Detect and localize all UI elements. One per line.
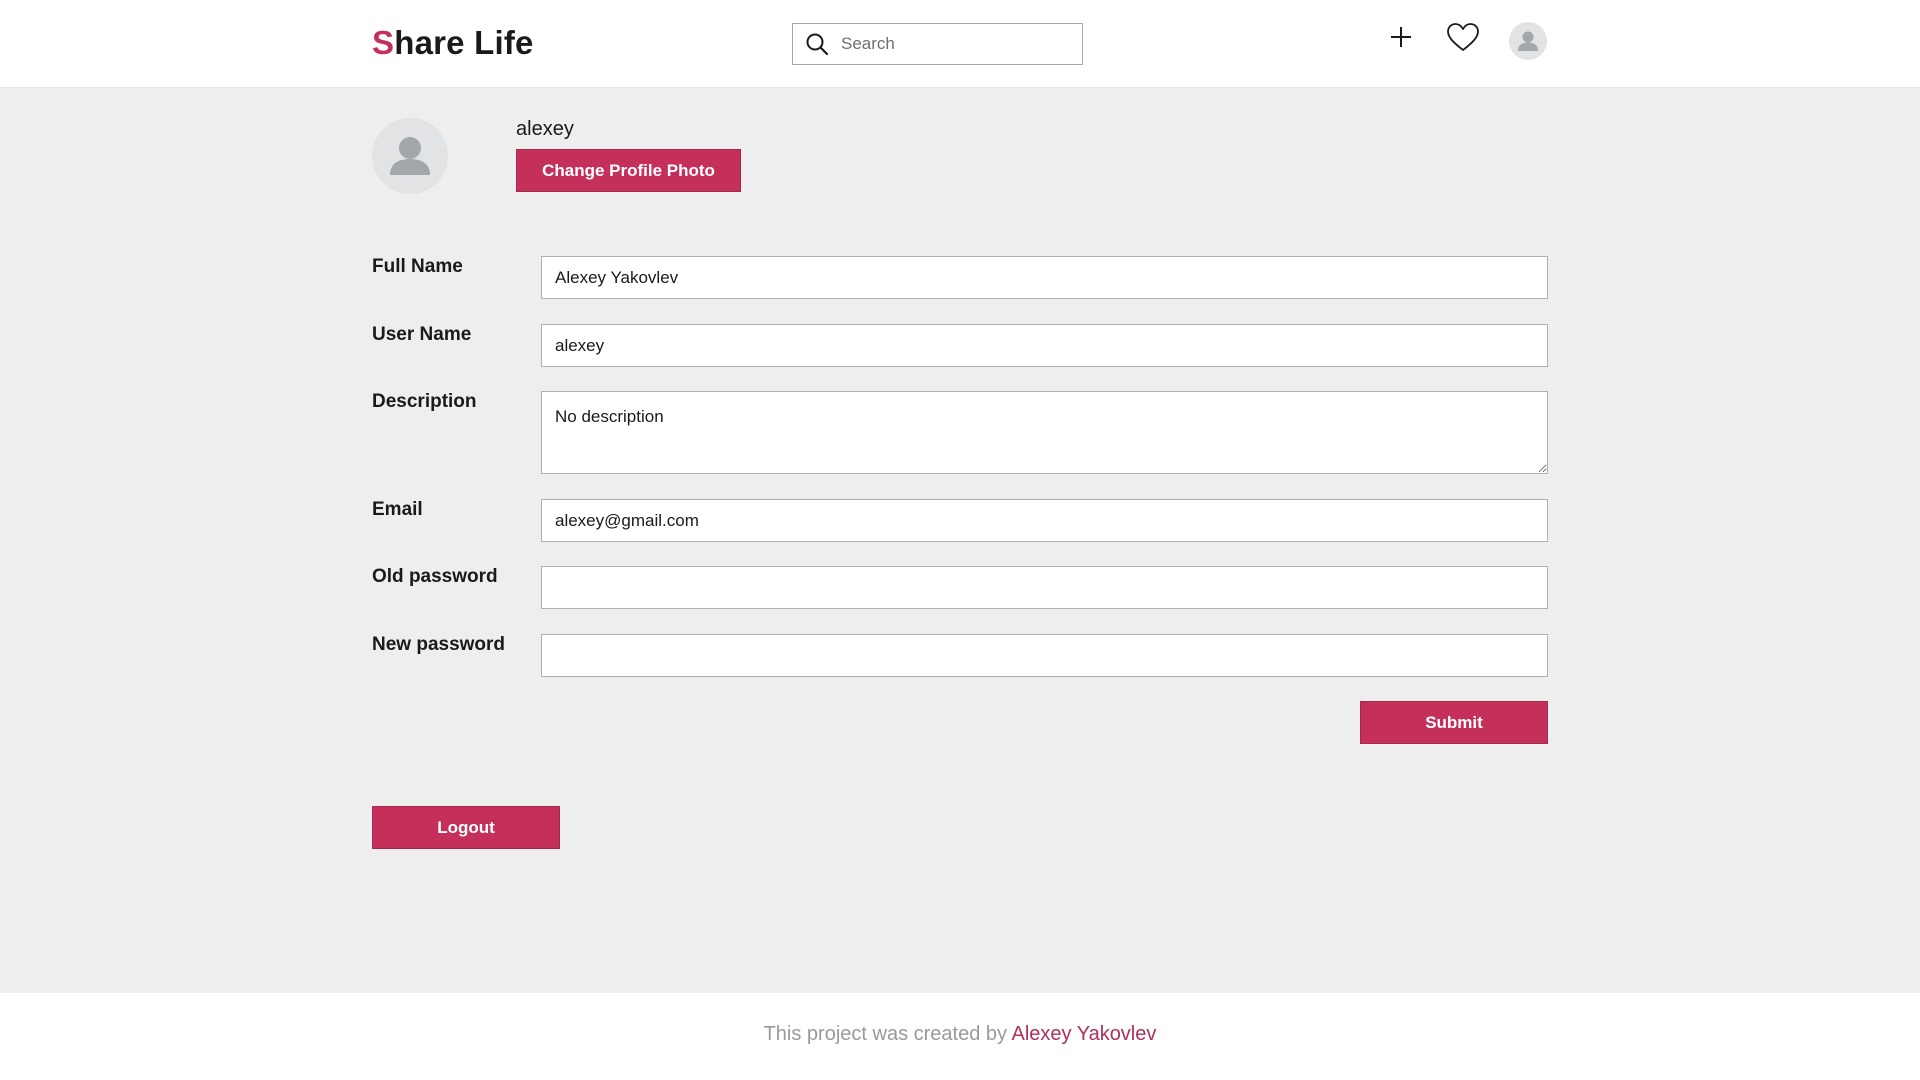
user-name-input[interactable]: [541, 324, 1548, 367]
heart-icon[interactable]: [1446, 22, 1480, 52]
submit-button[interactable]: Submit: [1360, 701, 1548, 744]
email-input[interactable]: [541, 499, 1548, 542]
footer-author-link[interactable]: Alexey Yakovlev: [1011, 1023, 1156, 1045]
footer-prefix: This project was created by: [763, 1023, 1008, 1045]
old-password-input[interactable]: [541, 566, 1548, 609]
change-profile-photo-button[interactable]: Change Profile Photo: [516, 149, 741, 192]
search-input[interactable]: [841, 29, 1061, 59]
description-label: Description: [372, 391, 477, 412]
full-name-input[interactable]: [541, 256, 1548, 299]
old-password-label: Old password: [372, 566, 498, 587]
logo-text: hare Life: [394, 24, 534, 61]
full-name-label: Full Name: [372, 256, 463, 277]
app-logo[interactable]: Share Life: [372, 24, 534, 62]
search-icon: [806, 33, 829, 56]
user-name-label: User Name: [372, 324, 472, 345]
avatar-icon: [1518, 31, 1538, 51]
new-password-input[interactable]: [541, 634, 1548, 677]
logout-button[interactable]: Logout: [372, 806, 560, 849]
avatar-icon: [390, 137, 430, 175]
profile-username: alexey: [516, 118, 574, 140]
email-label: Email: [372, 499, 423, 520]
logo-accent-letter: S: [372, 24, 395, 61]
search-box[interactable]: [792, 23, 1083, 65]
description-textarea[interactable]: No description: [541, 391, 1548, 474]
footer-credit: This project was created by Alexey Yakov…: [0, 1023, 1920, 1046]
profile-avatar: [372, 118, 448, 194]
top-nav-bar: Share Life: [0, 0, 1920, 88]
header-avatar[interactable]: [1509, 22, 1547, 60]
footer: This project was created by Alexey Yakov…: [0, 993, 1920, 1080]
profile-settings-panel: alexey Change Profile Photo Full Name Us…: [0, 88, 1920, 993]
plus-icon[interactable]: [1388, 24, 1414, 50]
new-password-label: New password: [372, 634, 506, 655]
